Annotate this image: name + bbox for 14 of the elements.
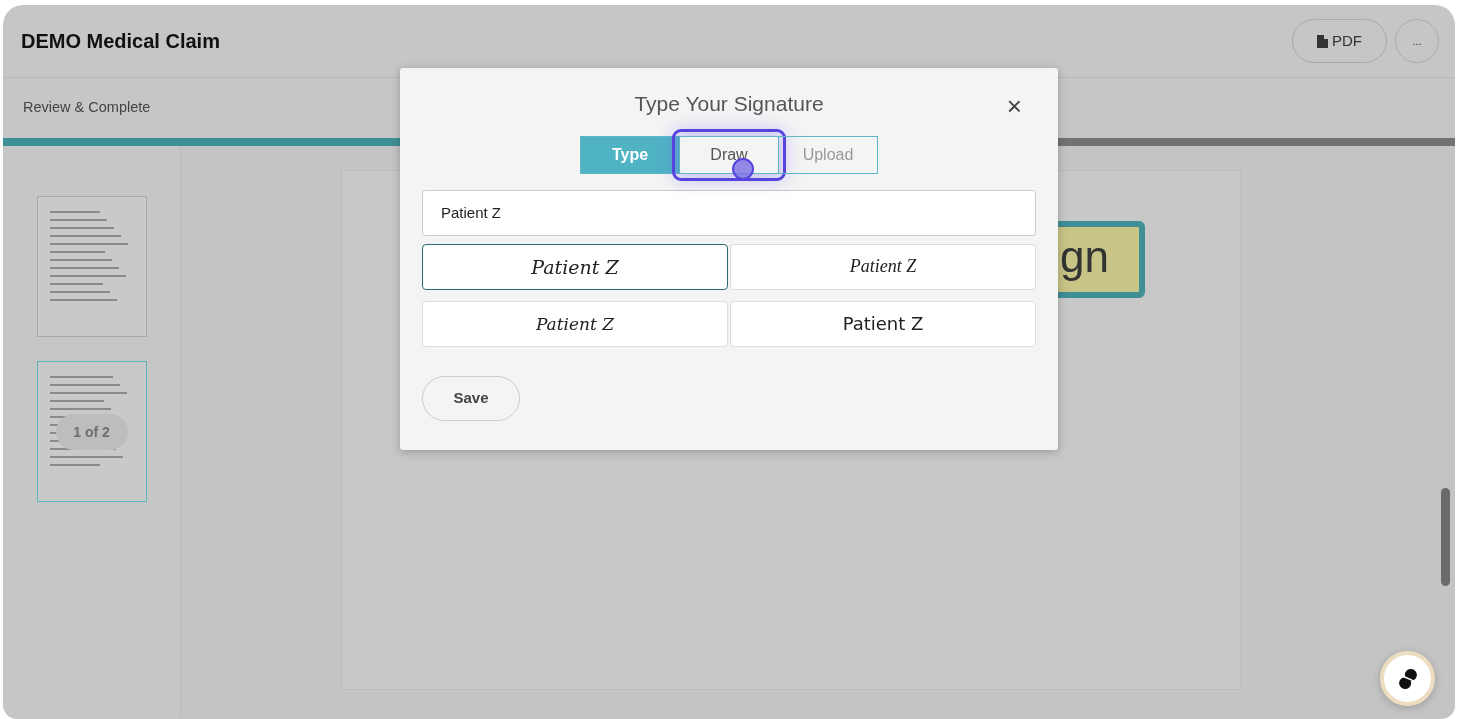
signature-option[interactable]: Patient Z bbox=[730, 243, 1036, 290]
peanut-icon bbox=[1397, 667, 1418, 690]
page-counter: 1 of 2 bbox=[55, 414, 128, 450]
scroll-thumb[interactable] bbox=[1441, 488, 1450, 586]
signature-option[interactable]: Patient Z bbox=[422, 243, 728, 290]
page-thumbnail[interactable] bbox=[36, 196, 147, 337]
signature-option[interactable]: Patient Z bbox=[730, 300, 1036, 347]
step-label: Review & Complete bbox=[23, 98, 151, 118]
dialog-title: Type Your Signature bbox=[634, 91, 824, 117]
name-field[interactable]: Patient Z bbox=[422, 189, 1036, 236]
document-icon bbox=[1317, 34, 1328, 48]
close-button[interactable]: × bbox=[1000, 92, 1028, 120]
document-title: DEMO Medical Claim bbox=[21, 29, 220, 54]
signature-option[interactable]: Patient Z bbox=[422, 300, 728, 347]
